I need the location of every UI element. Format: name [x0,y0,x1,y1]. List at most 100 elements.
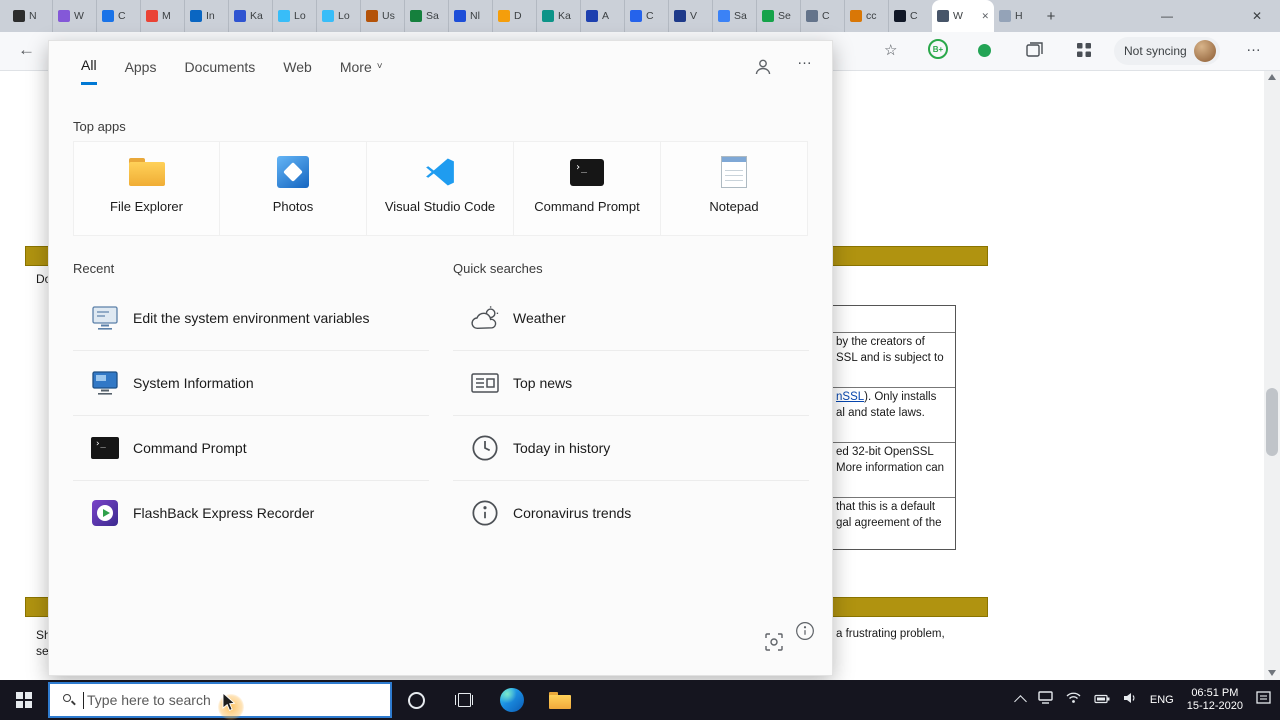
tab-favicon [13,10,25,22]
browser-tab[interactable]: Se [756,0,800,32]
app-tile-notepad[interactable]: Notepad [661,141,808,236]
sync-status-label: Not syncing [1124,44,1187,58]
extension-status-icon[interactable] [978,44,991,57]
tab-apps[interactable]: Apps [125,57,157,85]
scroll-down-arrow-icon[interactable] [1268,670,1276,676]
language-indicator[interactable]: ENG [1150,694,1174,706]
visual-search-icon[interactable] [765,633,783,656]
page-scrollbar[interactable] [1264,70,1280,680]
browser-tab[interactable]: Sa [404,0,448,32]
browser-tab[interactable]: In [184,0,228,32]
browser-tab[interactable]: C [888,0,932,32]
display-tray-icon[interactable] [1038,691,1053,709]
browser-tab[interactable]: V [668,0,712,32]
quick-search-coronavirus-trends[interactable]: Coronavirus trends [453,481,809,545]
taskbar-search-input[interactable] [85,691,382,709]
battery-icon[interactable] [1094,691,1110,709]
browser-tab[interactable]: C [624,0,668,32]
tab-favicon [366,10,378,22]
tab-title: C [646,10,654,22]
browser-tab[interactable]: Lo [272,0,316,32]
search-options-icon[interactable]: … [797,51,813,68]
app-tile-command-prompt[interactable]: ›_ Command Prompt [514,141,661,236]
tab-web[interactable]: Web [283,57,312,85]
browser-tab[interactable]: Lo [316,0,360,32]
quick-search-top-news[interactable]: Top news [453,351,809,416]
quick-search-label: Today in history [513,440,611,456]
browser-menu-icon[interactable]: … [1246,38,1262,55]
action-center-icon[interactable] [1256,690,1272,710]
apps-grid-icon[interactable] [1076,42,1092,63]
tab-title: Us [382,10,395,22]
browser-tab[interactable]: N [8,0,52,32]
browser-tab[interactable]: D [492,0,536,32]
sync-status-button[interactable]: Not syncing [1114,37,1220,65]
tab-title: N [29,10,37,22]
back-button[interactable]: ← [18,40,35,60]
openssl-link[interactable]: nSSL [836,391,864,403]
tab-more[interactable]: More ˅ [340,57,383,85]
tab-all[interactable]: All [81,57,97,85]
page-text-fragment: that this is a default [836,501,936,513]
browser-tab-active[interactable]: W ✕ [932,0,994,32]
window-minimize-button[interactable]: — [1144,0,1190,32]
recent-item-system-information[interactable]: System Information [73,351,429,416]
browser-essentials-icon[interactable]: B+ [928,39,948,59]
tab-title: C [118,10,126,22]
tab-favicon [999,10,1011,22]
browser-tab[interactable]: H [994,0,1038,32]
window-close-button[interactable]: ✕ [1234,0,1280,32]
recent-item-command-prompt[interactable]: ›_ Command Prompt [73,416,429,481]
browser-tab[interactable]: Us [360,0,404,32]
new-tab-button[interactable]: + [1038,0,1064,32]
favorites-star-icon[interactable]: ☆ [884,41,897,59]
browser-tab[interactable]: Ka [536,0,580,32]
tab-close-icon[interactable]: ✕ [978,11,989,22]
recent-item-label: Edit the system environment variables [133,310,370,326]
panel-info-icon[interactable] [795,621,815,646]
tab-title: Se [778,10,791,22]
app-tile-file-explorer[interactable]: File Explorer [73,141,220,236]
app-tile-vscode[interactable]: Visual Studio Code [367,141,514,236]
browser-tab[interactable]: C [96,0,140,32]
command-prompt-icon: ›_ [90,433,120,463]
app-tile-photos[interactable]: Photos [220,141,367,236]
start-button[interactable] [0,680,48,720]
recent-item-environment-variables[interactable]: Edit the system environment variables [73,286,429,351]
browser-tab[interactable]: C [800,0,844,32]
scrollbar-thumb[interactable] [1266,388,1278,456]
browser-tab[interactable]: cc [844,0,888,32]
system-information-icon [90,368,120,398]
tab-label: More [339,58,372,75]
browser-tab[interactable]: Ka [228,0,272,32]
chevron-down-icon: ˅ [376,61,383,72]
tab-title: C [910,10,918,22]
quick-searches-title: Quick searches [453,261,543,276]
taskbar-clock[interactable]: 06:51 PM 15-12-2020 [1187,687,1243,713]
file-explorer-taskbar-button[interactable] [536,680,584,720]
edge-browser-icon [500,688,524,712]
tab-documents[interactable]: Documents [184,57,255,85]
browser-tab[interactable]: Nl [448,0,492,32]
taskbar-search-box[interactable] [48,682,392,718]
wifi-icon[interactable] [1066,691,1081,709]
tab-title: H [1015,10,1023,22]
edge-taskbar-button[interactable] [488,680,536,720]
task-view-button[interactable] [440,680,488,720]
recent-item-flashback-recorder[interactable]: FlashBack Express Recorder [73,481,429,545]
browser-tab[interactable]: Sa [712,0,756,32]
app-tile-label: Command Prompt [534,199,640,214]
collections-icon[interactable] [1026,42,1044,63]
scroll-up-arrow-icon[interactable] [1268,74,1276,80]
hidden-icons-chevron-icon[interactable] [1014,695,1027,708]
browser-tab[interactable]: M [140,0,184,32]
browser-tab[interactable]: W [52,0,96,32]
account-icon[interactable] [753,57,773,82]
cortana-button[interactable] [392,680,440,720]
tab-favicon [762,10,774,22]
browser-tab[interactable]: A [580,0,624,32]
quick-search-today-in-history[interactable]: Today in history [453,416,809,481]
volume-icon[interactable] [1123,691,1137,709]
tab-favicon [542,10,554,22]
quick-search-weather[interactable]: Weather [453,286,809,351]
